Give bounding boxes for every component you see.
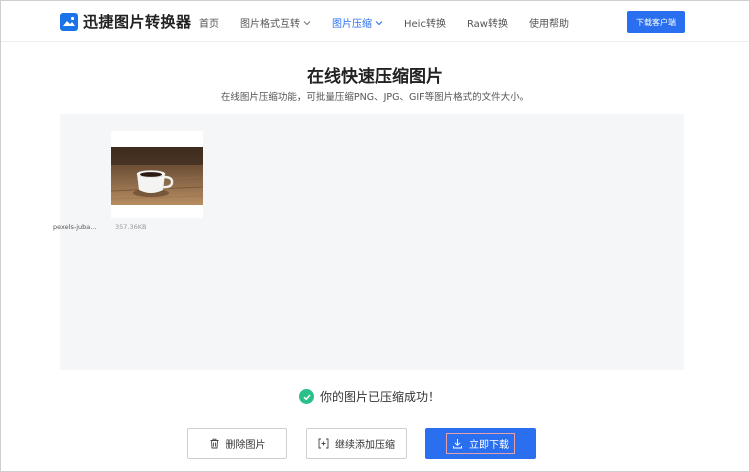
file-card[interactable] <box>111 131 203 218</box>
nav-help-label: 使用帮助 <box>529 19 569 30</box>
nav-heic-convert[interactable]: Heic转换 <box>404 15 446 30</box>
image-thumbnail <box>111 147 203 205</box>
nav-format-convert-label: 图片格式互转 <box>240 19 300 30</box>
main-nav: 首页 图片格式互转 图片压缩 Heic转换 Raw转换 使用帮助 <box>199 15 590 30</box>
nav-heic-convert-label: Heic转换 <box>404 19 446 30</box>
success-message: 你的图片已压缩成功！ <box>320 390 441 404</box>
nav-home[interactable]: 首页 <box>199 15 219 30</box>
chevron-down-icon <box>303 20 311 25</box>
nav-raw-convert[interactable]: Raw转换 <box>467 15 508 30</box>
download-now-button[interactable]: 立即下载 <box>425 428 536 459</box>
file-size: 357.36KB <box>115 223 147 231</box>
add-more-label: 继续添加压缩 <box>335 440 395 451</box>
top-header: 迅捷图片转换器 首页 图片格式互转 图片压缩 Heic转换 Raw转换 使用帮助… <box>1 1 749 42</box>
upload-workspace[interactable] <box>60 114 684 370</box>
trash-icon <box>209 438 220 449</box>
add-file-icon <box>318 438 329 449</box>
chevron-down-icon <box>375 20 383 25</box>
success-status: 你的图片已压缩成功！ <box>299 388 440 405</box>
nav-home-label: 首页 <box>199 19 219 30</box>
download-now-label: 立即下载 <box>469 440 509 451</box>
picture-logo-icon <box>60 12 78 31</box>
download-icon <box>452 438 463 449</box>
page-title: 在线快速压缩图片 <box>307 67 443 87</box>
delete-image-button[interactable]: 删除图片 <box>187 428 287 459</box>
check-circle-icon <box>299 389 314 404</box>
add-more-button[interactable]: 继续添加压缩 <box>306 428 407 459</box>
brand-name: 迅捷图片转换器 <box>83 13 192 31</box>
nav-image-compress-label: 图片压缩 <box>332 19 372 30</box>
brand-logo[interactable]: 迅捷图片转换器 <box>60 11 192 32</box>
nav-raw-convert-label: Raw转换 <box>466 19 508 30</box>
download-client-button[interactable]: 下载客户端 <box>627 11 685 33</box>
file-name: pexels-juba... <box>53 223 97 231</box>
page-subtitle: 在线图片压缩功能，可批量压缩PNG、JPG、GIF等图片格式的文件大小。 <box>220 92 530 103</box>
nav-help[interactable]: 使用帮助 <box>529 15 569 30</box>
nav-format-convert[interactable]: 图片格式互转 <box>240 15 311 30</box>
delete-image-label: 删除图片 <box>225 440 266 451</box>
download-now-highlight: 立即下载 <box>446 433 515 454</box>
nav-image-compress[interactable]: 图片压缩 <box>332 15 383 30</box>
